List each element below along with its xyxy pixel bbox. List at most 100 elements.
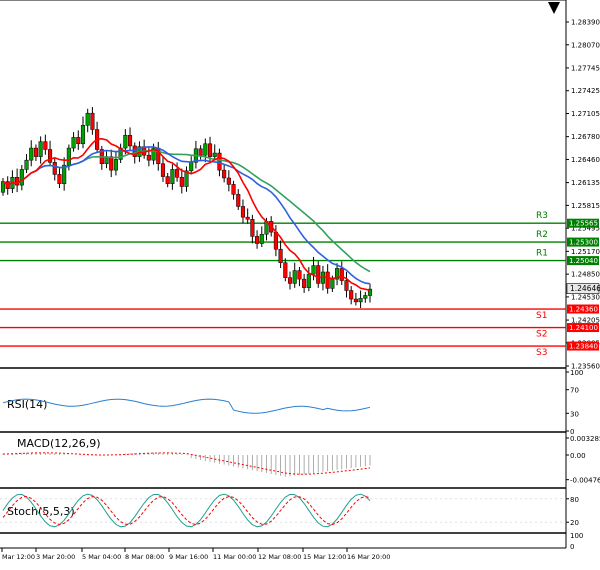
- current-price-label: 1.24646: [570, 284, 600, 293]
- stoch-tick-label: 20: [570, 519, 579, 527]
- candle-body: [52, 162, 57, 175]
- candle-body: [57, 174, 62, 184]
- level-label-s3: S3: [536, 348, 547, 358]
- chart-shift-marker[interactable]: [548, 2, 560, 14]
- bottom-tick-label: 100: [570, 532, 583, 540]
- chart-canvas[interactable]: 1.28390 1.28070 1.27745 1.27425 1.27105 1.267…: [0, 0, 600, 566]
- price-tick-label: 1.27425: [571, 87, 600, 95]
- candle-body: [198, 148, 203, 156]
- candle-body: [302, 278, 307, 288]
- price-tick-label: 1.27745: [571, 64, 600, 72]
- candle-body: [165, 176, 170, 184]
- macd-tick-label: 0.003285: [570, 435, 600, 443]
- candle-body: [160, 163, 166, 177]
- rsi-label: RSI(14): [7, 398, 47, 411]
- candlesticks: [0, 107, 373, 309]
- candle-body: [189, 162, 194, 172]
- price-tick-label: 1.25815: [571, 202, 600, 210]
- level-price-label: 1.23840: [569, 343, 598, 351]
- price-tick-label: 1.24850: [571, 271, 600, 279]
- candle-body: [287, 277, 293, 284]
- macd-pane: MACD(12,26,9) 0.003285 0.00 -0.004769: [2, 435, 600, 485]
- candle-body: [15, 177, 20, 186]
- level-price-label: 1.24360: [569, 306, 598, 314]
- candle-body: [71, 137, 76, 149]
- candle-body: [278, 248, 283, 263]
- candle-body: [325, 271, 330, 289]
- pane-frames: [0, 0, 567, 549]
- time-tick-label: 3 Mar 20:00: [36, 553, 75, 561]
- level-label-s2: S2: [536, 330, 547, 340]
- candle-body: [38, 141, 43, 157]
- level-label-r2: R2: [536, 230, 548, 240]
- time-axis: Mar 12:00 3 Mar 20:00 5 Mar 04:00 8 Mar 08:…: [1, 548, 390, 561]
- price-tick-label: 1.25170: [571, 248, 600, 256]
- time-tick-label: 16 Mar 20:00: [347, 553, 390, 561]
- level-price-label: 1.25565: [569, 220, 598, 228]
- level-label-r3: R3: [536, 211, 548, 221]
- macd-tick-label: 0.00: [570, 452, 586, 460]
- level-price-label: 1.25300: [569, 239, 598, 247]
- candle-body: [349, 290, 354, 300]
- candle-body: [29, 147, 34, 161]
- time-tick-label: 11 Mar 00:00: [213, 553, 256, 561]
- candle-body: [330, 278, 335, 289]
- candle-body: [311, 265, 316, 275]
- candle-body: [297, 270, 302, 280]
- candle-body: [316, 265, 321, 284]
- candle-body: [24, 159, 29, 170]
- candle-body: [353, 298, 358, 303]
- rsi-axis: 10070300: [566, 369, 583, 436]
- candle-body: [255, 236, 260, 244]
- rsi-tick-label: 100: [570, 369, 583, 377]
- candle-body: [222, 169, 227, 179]
- level-price-label: 1.24100: [569, 324, 598, 332]
- candle-body: [259, 233, 264, 244]
- macd-axis: 0.003285 0.00 -0.004769: [566, 435, 600, 485]
- time-tick-label: 8 Mar 08:00: [125, 553, 164, 561]
- candle-body: [212, 152, 217, 157]
- price-tick-label: 1.26135: [571, 179, 600, 187]
- macd-histogram: [2, 452, 371, 477]
- price-axis: 1.28390 1.28070 1.27745 1.27425 1.27105 1.267…: [566, 19, 600, 371]
- candle-body: [250, 219, 255, 237]
- candle-body: [217, 152, 222, 171]
- candle-body: [292, 270, 297, 284]
- candle-body: [363, 295, 368, 299]
- candle-body: [283, 262, 288, 278]
- candle-body: [245, 216, 250, 220]
- candle-body: [358, 298, 363, 303]
- rsi-tick-label: 30: [570, 410, 579, 418]
- bottom-pane-axis: 1000: [570, 532, 583, 551]
- stochastic-pane: Stoch(5,5,3) 8020: [0, 493, 579, 528]
- macd-signal-line: [2, 452, 371, 475]
- candle-body: [80, 125, 86, 145]
- level-label-r1: R1: [536, 249, 548, 259]
- rsi-pane: RSI(14) 10070300: [2, 369, 583, 436]
- candle-body: [179, 177, 184, 187]
- time-tick-label: 5 Mar 04:00: [82, 553, 121, 561]
- trading-chart-window: 1.28390 1.28070 1.27745 1.27425 1.27105 1.267…: [0, 0, 600, 566]
- macd-tick-label: -0.004769: [570, 477, 600, 485]
- candle-body: [273, 231, 278, 250]
- macd-label: MACD(12,26,9): [17, 437, 101, 450]
- candle-body: [203, 143, 208, 156]
- candle-body: [339, 268, 344, 281]
- time-tick-label: 9 Mar 16:00: [169, 553, 208, 561]
- price-tick-label: 1.24530: [571, 293, 600, 301]
- time-tick-label: 15 Mar 12:00: [303, 553, 346, 561]
- candle-body: [175, 169, 180, 178]
- bottom-tick-label: 0: [570, 543, 574, 551]
- candle-body: [33, 147, 38, 157]
- candle-body: [231, 184, 236, 195]
- candle-body: [19, 169, 24, 186]
- candle-body: [127, 134, 133, 147]
- candle-body: [236, 194, 241, 207]
- candle-body: [306, 273, 311, 288]
- price-tick-label: 1.28070: [571, 41, 600, 49]
- rsi-tick-label: 70: [570, 387, 579, 395]
- candle-body: [240, 206, 246, 218]
- current-price-marker: 1.24646: [566, 283, 600, 294]
- candle-body: [207, 143, 213, 157]
- stoch-tick-label: 80: [570, 496, 579, 504]
